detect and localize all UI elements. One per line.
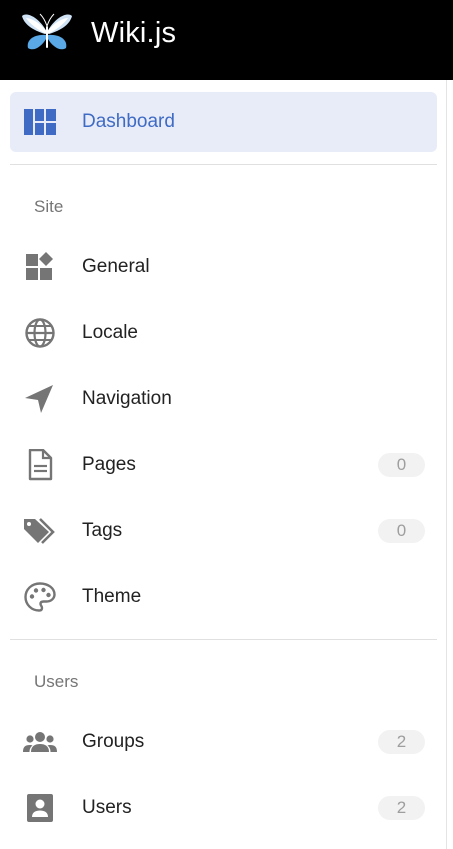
sidebar-item-navigation[interactable]: Navigation (10, 371, 437, 427)
sidebar-item-label: Tags (82, 520, 123, 541)
sidebar-item-label: Theme (82, 586, 142, 607)
divider (10, 639, 437, 640)
sidebar-item-tags[interactable]: Tags 0 (10, 503, 437, 559)
palette-icon (22, 581, 58, 613)
sidebar-item-label: General (82, 256, 150, 277)
sidebar-item-users[interactable]: Users 2 (10, 780, 437, 836)
sidebar-item-general[interactable]: General (10, 239, 437, 295)
app-title: Wiki.js (91, 17, 177, 49)
sidebar-item-label: Pages (82, 454, 136, 475)
wikijs-logo-icon[interactable] (20, 10, 74, 56)
widgets-icon (22, 251, 58, 283)
sidebar-item-dashboard[interactable]: Dashboard (10, 92, 437, 152)
sidebar-item-theme[interactable]: Theme (10, 569, 437, 625)
groups-icon (22, 726, 58, 758)
count-badge: 0 (378, 519, 425, 543)
divider (10, 164, 437, 165)
sidebar-item-label: Groups (82, 731, 145, 752)
count-badge: 0 (378, 453, 425, 477)
sidebar-item-label: Users (82, 797, 132, 818)
globe-icon (22, 317, 58, 349)
document-icon (22, 449, 58, 481)
count-badge: 2 (378, 730, 425, 754)
scrollbar[interactable] (446, 80, 453, 849)
dashboard-icon (24, 109, 56, 135)
sidebar-item-label: Locale (82, 322, 138, 343)
tags-icon (22, 515, 58, 547)
count-badge: 2 (378, 796, 425, 820)
user-card-icon (22, 792, 58, 824)
sidebar-item-label: Navigation (82, 388, 172, 409)
section-label-users: Users (34, 672, 79, 691)
sidebar-item-pages[interactable]: Pages 0 (10, 437, 437, 493)
sidebar-item-locale[interactable]: Locale (10, 305, 437, 361)
sidebar-item-label: Dashboard (82, 111, 175, 132)
navigation-arrow-icon (22, 383, 58, 415)
admin-sidebar: Dashboard Site General Locale Navigation… (0, 80, 446, 849)
app-header: Wiki.js (0, 0, 453, 80)
sidebar-item-groups[interactable]: Groups 2 (10, 714, 437, 770)
section-label-site: Site (34, 197, 64, 216)
